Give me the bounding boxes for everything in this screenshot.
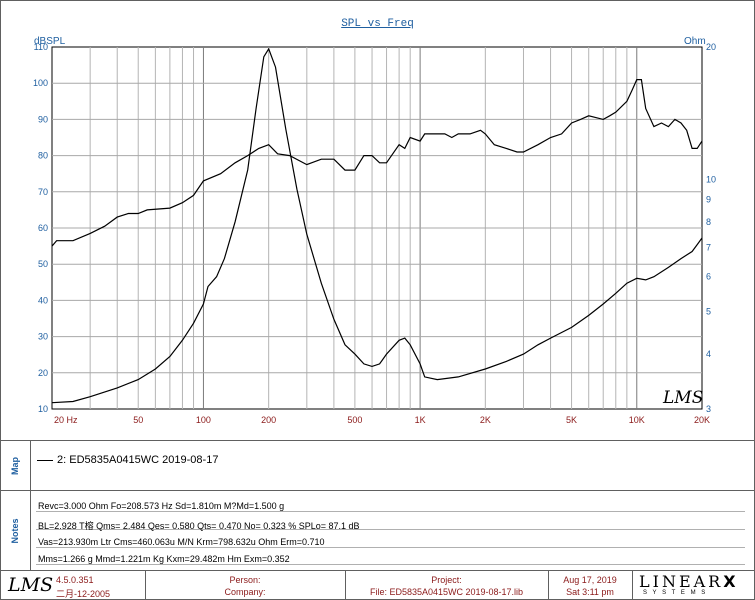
- y-left-tick-label: 50: [38, 259, 48, 269]
- note-rule: [36, 564, 745, 565]
- brand-linear: LINEAR: [639, 572, 724, 591]
- footer: LMS 4.5.0.351 二月-12-2005 Person: Company…: [0, 570, 755, 600]
- y-right-tick-label: 8: [706, 217, 711, 227]
- project-label: Project:: [431, 575, 462, 585]
- y-left-tick-label: 90: [38, 114, 48, 124]
- note-rule: [36, 511, 745, 512]
- footer-date-cell: Aug 17, 2019 Sat 3:11 pm: [548, 571, 633, 600]
- person-label: Person:: [229, 575, 261, 585]
- y-left-tick-label: 40: [38, 295, 48, 305]
- y-left-tick-label: 20: [38, 368, 48, 378]
- note-line-3: Vas=213.930m Ltr Cms=460.063u M/N Krm=79…: [38, 537, 325, 547]
- date-text: Aug 17, 2019: [563, 575, 617, 585]
- company-label: Company:: [224, 587, 266, 597]
- x-tick-label: 500: [347, 415, 362, 425]
- x-tick-label: 20K: [694, 415, 710, 425]
- y-left-tick-label: 100: [33, 78, 48, 88]
- spl-impedance-plot[interactable]: 10 20 30 40 50 60 70 80 90 100 110 3 4 5 6 7 8 9 10 20 20 Hz…: [0, 0, 755, 440]
- legend-line-swatch: [37, 459, 53, 461]
- brand-x: X: [723, 572, 739, 591]
- y-right-tick-label: 5: [706, 307, 711, 317]
- y-right-tick-label: 10: [706, 174, 716, 184]
- y-right-tick-label: 6: [706, 272, 711, 282]
- y-right-tick-label: 3: [706, 404, 711, 414]
- notes-panel: Notes Revc=3.000 Ohm Fo=208.573 Hz Sd=1.…: [0, 490, 755, 571]
- y-left-tick-label: 80: [38, 151, 48, 161]
- build-date: 二月-12-2005: [56, 589, 111, 599]
- x-tick-label: 100: [196, 415, 211, 425]
- note-rule: [36, 547, 745, 548]
- y-left-tick-label: 30: [38, 332, 48, 342]
- y-right-tick-label: 20: [706, 42, 716, 52]
- linearx-logo: LINEARX S Y S T E M S: [633, 571, 755, 600]
- version-text: 4.5.0.351: [56, 575, 94, 585]
- lms-watermark: LMS: [662, 388, 703, 408]
- legend-entry[interactable]: 2: ED5835A0415WC 2019-08-17: [37, 454, 218, 466]
- y-right-tick-label: 9: [706, 194, 711, 204]
- map-side-label: Map: [0, 441, 31, 491]
- brand-systems: S Y S T E M S: [643, 590, 708, 596]
- y-left-tick-label: 60: [38, 223, 48, 233]
- legend-entry-label: 2: ED5835A0415WC 2019-08-17: [57, 454, 219, 466]
- x-tick-label: 5K: [566, 415, 577, 425]
- time-text: Sat 3:11 pm: [566, 587, 614, 597]
- x-tick-label: 200: [261, 415, 276, 425]
- footer-project-cell: Project: File: ED5835A0415WC 2019-08-17.…: [345, 571, 549, 600]
- x-tick-label: 10K: [629, 415, 645, 425]
- y-left-tick-label: 70: [38, 187, 48, 197]
- map-panel: Map 2: ED5835A0415WC 2019-08-17: [0, 440, 755, 491]
- file-label: File: ED5835A0415WC 2019-08-17.lib: [369, 587, 524, 597]
- x-tick-label: 2K: [480, 415, 491, 425]
- x-tick-label: 1K: [415, 415, 426, 425]
- note-line-2: BL=2.928 T榕 Qms= 2.484 Qes= 0.580 Qts= 0…: [38, 521, 360, 531]
- y-left-tick-label: 10: [38, 404, 48, 414]
- x-tick-label: 20 Hz: [54, 415, 78, 425]
- note-line-1: Revc=3.000 Ohm Fo=208.573 Hz Sd=1.810m M…: [38, 501, 285, 511]
- lms-logo: LMS: [8, 574, 54, 596]
- y-right-tick-label: 7: [706, 242, 711, 252]
- x-tick-label: 50: [133, 415, 143, 425]
- y-left-tick-label: 110: [34, 42, 48, 52]
- notes-side-label: Notes: [0, 491, 31, 571]
- note-line-4: Mms=1.266 g Mmd=1.221m Kg Kxm=29.482m Hm…: [38, 554, 290, 564]
- y-right-tick-label: 4: [706, 349, 711, 359]
- footer-person-cell: Person: Company:: [145, 571, 346, 600]
- footer-version-cell: LMS 4.5.0.351 二月-12-2005: [0, 571, 146, 600]
